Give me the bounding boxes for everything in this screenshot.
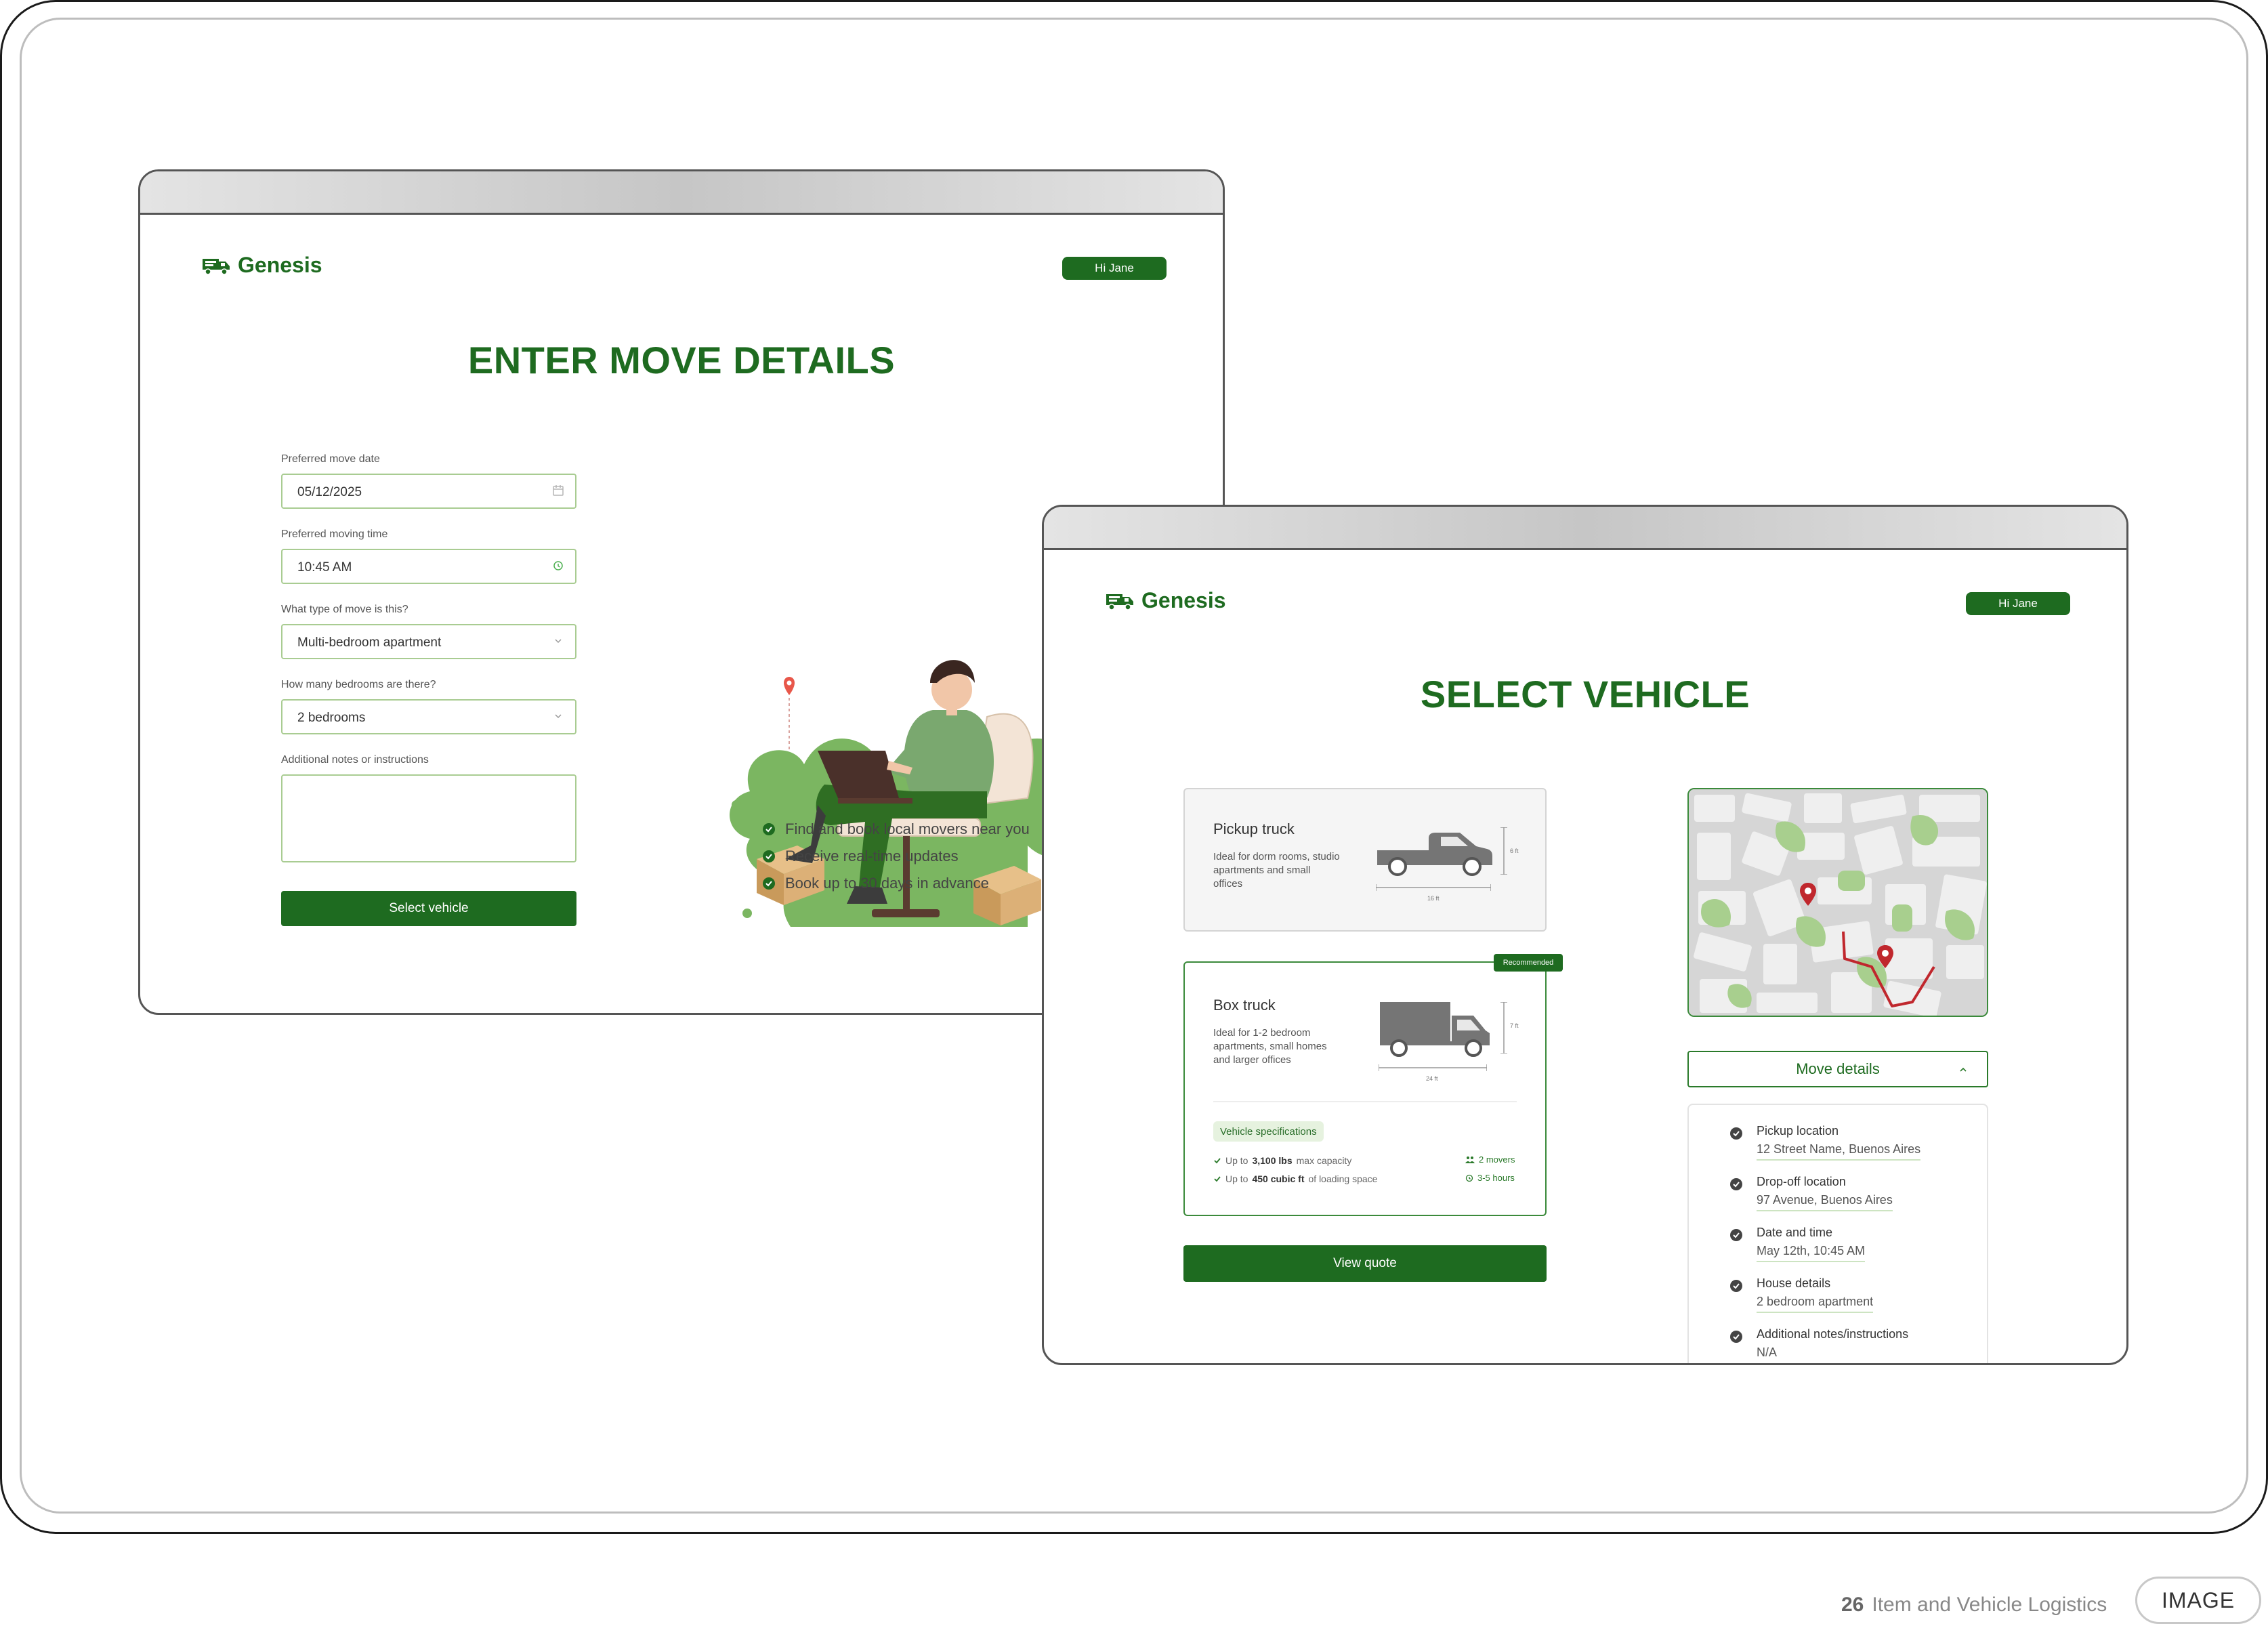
vehicle-description: Ideal for 1-2 bedroom apartments, small … [1213, 1027, 1327, 1066]
feature-text: Book up to 30 days in advance [785, 875, 989, 892]
window-titlebar [1044, 507, 2126, 550]
check-icon [1214, 1158, 1221, 1164]
chevron-down-icon[interactable] [551, 709, 566, 724]
select-vehicle-button[interactable]: Select vehicle [281, 891, 576, 926]
move-date-input[interactable]: 05/12/2025 [281, 474, 576, 509]
check-circle-icon [1730, 1178, 1742, 1190]
clock-icon [1465, 1174, 1473, 1182]
move-time-label: Preferred moving time [281, 528, 388, 540]
feature-text: Find and book local movers near you [785, 820, 1030, 837]
location-pin-icon [784, 677, 795, 751]
vehicle-height: 7 ft [1510, 1022, 1519, 1029]
feature-item: Find and book local movers near you [762, 816, 1030, 843]
feature-item: Book up to 30 days in advance [762, 870, 1030, 897]
vehicle-specs-chip: Vehicle specifications [1213, 1121, 1324, 1142]
brand-logo[interactable]: Genesis [1105, 588, 1226, 613]
bedrooms-select[interactable]: 2 bedrooms [281, 699, 576, 734]
notes-textarea[interactable] [281, 774, 576, 862]
image-tag: IMAGE [2135, 1577, 2261, 1624]
section-title: Item and Vehicle Logistics [1872, 1593, 2107, 1616]
vehicle-length: 24 ft [1426, 1075, 1438, 1082]
brand-name: Genesis [238, 253, 322, 277]
md-date-time: Date and time May 12th, 10:45 AM [1757, 1226, 1866, 1262]
crew-size: 2 movers [1465, 1154, 1515, 1165]
pickup-truck-icon [1377, 833, 1492, 876]
user-greeting-button[interactable]: Hi Jane [1966, 592, 2070, 615]
check-circle-icon [763, 850, 775, 862]
truck-logo-icon [203, 258, 230, 275]
md-pickup-location: Pickup location 12 Street Name, Buenos A… [1757, 1124, 1921, 1161]
spec-capacity: Up to 3,100 lbs max capacity [1213, 1155, 1351, 1166]
truck-logo-icon [1106, 593, 1133, 610]
people-icon [1465, 1156, 1475, 1163]
page-title: ENTER MOVE DETAILS [467, 339, 896, 381]
footer-caption: 26 Item and Vehicle Logistics [1841, 1593, 2107, 1617]
length-dimension-line [1379, 1064, 1487, 1071]
check-circle-icon [1730, 1331, 1742, 1343]
map-graphic [1689, 789, 1987, 1016]
move-type-value: Multi-bedroom apartment [297, 635, 442, 650]
feature-text: Receive real-time updates [785, 848, 959, 864]
vehicle-height: 6 ft [1510, 848, 1519, 854]
window-titlebar [140, 171, 1223, 215]
spec-loading-space: Up to 450 cubic ft of loading space [1213, 1173, 1377, 1184]
height-dimension-line [1500, 1002, 1507, 1054]
pickup-location-pin-icon[interactable] [1799, 881, 1818, 907]
check-circle-icon [1730, 1280, 1742, 1292]
box-truck-icon [1380, 1002, 1490, 1057]
height-dimension-line [1500, 827, 1507, 875]
view-quote-button[interactable]: View quote [1183, 1245, 1547, 1282]
check-circle-icon [763, 877, 775, 890]
length-dimension-line [1376, 884, 1491, 891]
move-type-label: What type of move is this? [281, 604, 408, 615]
brand-logo[interactable]: Genesis [201, 253, 322, 278]
brand-name: Genesis [1141, 588, 1226, 612]
user-greeting-button[interactable]: Hi Jane [1062, 257, 1167, 280]
md-additional-notes: Additional notes/instructions N/A [1757, 1327, 1909, 1359]
calendar-icon[interactable] [551, 483, 566, 498]
move-details-title: Move details [1796, 1060, 1880, 1077]
check-circle-icon [1730, 1127, 1742, 1140]
recommended-badge: Recommended [1494, 954, 1563, 972]
move-type-select[interactable]: Multi-bedroom apartment [281, 624, 576, 659]
move-duration: 3-5 hours [1465, 1173, 1515, 1183]
bedrooms-value: 2 bedrooms [297, 711, 366, 725]
pickup-truck-card[interactable]: Pickup truck Ideal for dorm rooms, studi… [1183, 788, 1547, 932]
md-house-details: House details 2 bedroom apartment [1757, 1276, 1874, 1313]
chevron-down-icon[interactable] [551, 633, 566, 648]
notes-label: Additional notes or instructions [281, 754, 429, 766]
move-time-value: 10:45 AM [297, 560, 352, 575]
move-time-input[interactable]: 10:45 AM [281, 549, 576, 584]
bedrooms-label: How many bedrooms are there? [281, 679, 436, 690]
move-date-label: Preferred move date [281, 453, 380, 465]
move-details-toggle[interactable]: Move details [1687, 1051, 1988, 1087]
route-map[interactable] [1687, 788, 1988, 1017]
clock-icon[interactable] [551, 558, 566, 573]
vehicle-description: Ideal for dorm rooms, studio apartments … [1213, 851, 1340, 890]
vehicle-name: Pickup truck [1213, 820, 1295, 837]
move-date-value: 05/12/2025 [297, 485, 362, 499]
check-circle-icon [1730, 1229, 1742, 1241]
vehicle-length: 16 ft [1427, 895, 1440, 902]
dropoff-location-pin-icon[interactable] [1876, 944, 1895, 970]
box-truck-card[interactable]: Box truck Ideal for 1-2 bedroom apartmen… [1183, 961, 1547, 1216]
feature-list: Find and book local movers near you Rece… [762, 816, 1030, 897]
feature-item: Receive real-time updates [762, 843, 1030, 870]
select-vehicle-window: Genesis Hi Jane SELECT VEHICLE Pickup tr… [1042, 505, 2128, 1365]
md-dropoff-location: Drop-off location 97 Avenue, Buenos Aire… [1757, 1175, 1893, 1211]
check-circle-icon [763, 823, 775, 835]
move-details-panel: Pickup location 12 Street Name, Buenos A… [1687, 1104, 1988, 1363]
check-icon [1214, 1176, 1221, 1182]
vehicle-name: Box truck [1213, 997, 1276, 1014]
page-title: SELECT VEHICLE [1420, 673, 1750, 715]
card-divider [1213, 1101, 1517, 1102]
chevron-up-icon[interactable] [1958, 1066, 1968, 1074]
page-number: 26 [1841, 1593, 1864, 1616]
